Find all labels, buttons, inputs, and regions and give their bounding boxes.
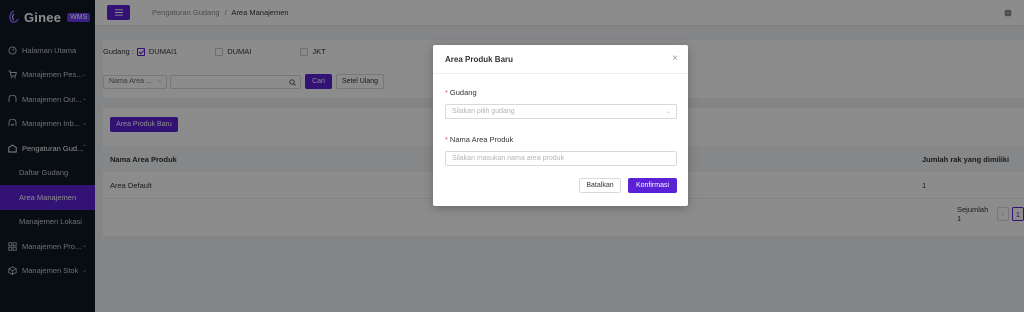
chevron-down-icon: ⌄ (665, 109, 671, 115)
required-marker: * (445, 88, 448, 97)
warehouse-select-placeholder: Silakan pilih gudang (452, 108, 515, 115)
warehouse-select[interactable]: Silakan pilih gudang ⌄ (445, 104, 677, 119)
close-icon[interactable]: × (672, 54, 678, 64)
required-marker: * (445, 135, 448, 144)
area-name-input-placeholder: Silakan masukan nama area produk (452, 155, 565, 162)
warehouse-field-label: * Gudang (445, 88, 477, 97)
area-name-field-label: * Nama Area Produk (445, 135, 513, 144)
area-name-field-label-text: Nama Area Produk (449, 135, 514, 144)
area-name-input[interactable]: Silakan masukan nama area produk (445, 151, 677, 166)
warehouse-field-label-text: Gudang (449, 88, 477, 97)
cancel-button[interactable]: Batalkan (579, 178, 621, 193)
new-product-area-modal: Area Produk Baru × * Gudang Silakan pilih… (433, 45, 688, 206)
modal-title: Area Produk Baru (445, 55, 514, 64)
modal-divider (433, 73, 688, 74)
confirm-button[interactable]: Konfirmasi (628, 178, 677, 193)
